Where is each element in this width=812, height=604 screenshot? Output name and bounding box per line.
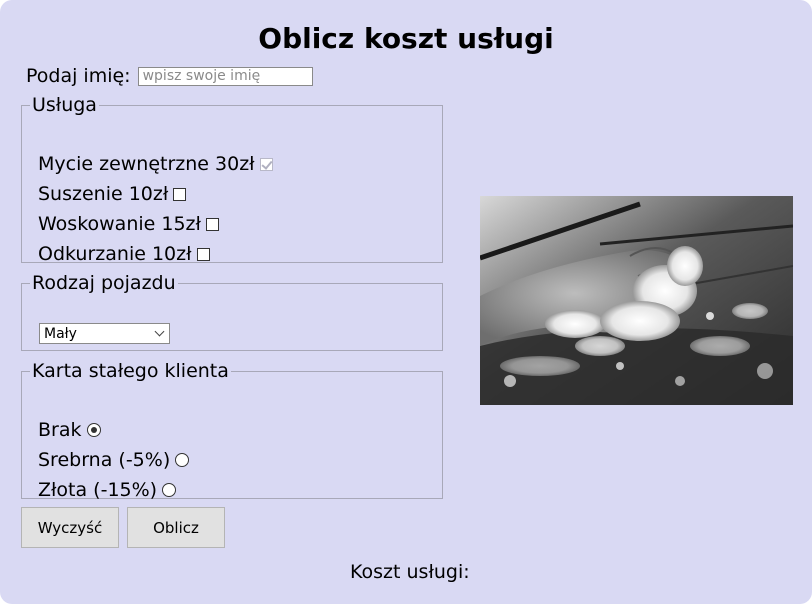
cost-label: Koszt usługi: [350,561,470,583]
service-label: Suszenie 10zł [38,183,169,205]
services-legend: Usługa [32,94,97,116]
vehicle-type-select[interactable]: Mały [39,323,170,344]
service-label: Woskowanie 15zł [38,213,201,235]
service-label: Mycie zewnętrzne 30zł [38,153,255,175]
exterior-wash-checkbox[interactable] [259,157,273,171]
clear-button[interactable]: Wyczyść [21,507,119,548]
name-input[interactable] [137,66,313,86]
loyalty-none-radio[interactable] [86,423,101,437]
vehicle-legend: Rodzaj pojazdu [32,272,176,294]
calculate-button[interactable]: Oblicz [127,507,225,548]
loyalty-gold-radio[interactable] [162,483,177,497]
loyalty-option-silver: Srebrna (-5%) [38,447,190,473]
service-option-exterior-wash: Mycie zewnętrzne 30zł [38,151,273,177]
loyalty-legend: Karta stałego klienta [32,360,229,382]
loyalty-label: Srebrna (-5%) [38,449,171,471]
loyalty-option-gold: Złota (-15%) [38,477,177,503]
waxing-checkbox[interactable] [205,217,219,231]
name-label: Podaj imię: [26,65,131,87]
loyalty-label: Brak [38,419,82,441]
service-option-vacuuming: Odkurzanie 10zł [38,241,210,267]
loyalty-silver-radio[interactable] [175,453,190,467]
chevron-down-icon [154,326,165,337]
vehicle-fieldset: Rodzaj pojazdu Mały [21,273,443,351]
service-label: Odkurzanie 10zł [38,243,192,265]
loyalty-fieldset: Karta stałego klienta Brak Srebrna (-5%)… [21,360,443,501]
cost-result: Koszt usługi: [350,561,470,583]
loyalty-label: Złota (-15%) [38,479,158,501]
service-option-waxing: Woskowanie 15zł [38,211,219,237]
vacuuming-checkbox[interactable] [196,247,210,261]
service-option-drying: Suszenie 10zł [38,181,187,207]
drying-checkbox[interactable] [173,187,187,201]
vehicle-type-value: Mały [44,325,77,342]
name-row: Podaj imię: [26,64,313,88]
page-title: Oblicz koszt usługi [258,22,554,55]
form-panel: Oblicz koszt usługi Podaj imię: Usługa M… [0,0,812,604]
services-fieldset: Usługa Mycie zewnętrzne 30zł Suszenie 10… [21,94,443,265]
loyalty-option-none: Brak [38,417,101,443]
car-wash-photo [480,196,793,405]
